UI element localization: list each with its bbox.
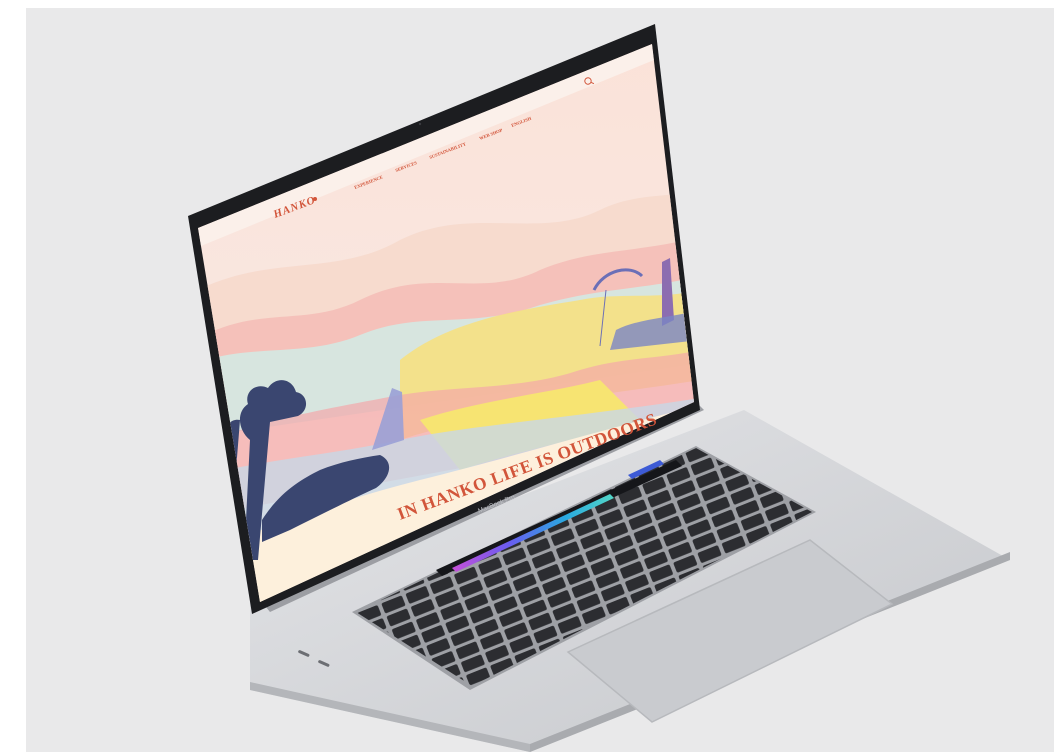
product-mockup-scene: HANKO EXPERIENCE SERVICES SUSTAINABILITY WE… xyxy=(0,0,1059,752)
logo-dot-icon xyxy=(313,197,317,201)
laptop-illustration: HANKO EXPERIENCESERVICESSUSTAINABILITYWE… xyxy=(188,24,1010,752)
webcam xyxy=(418,122,422,126)
